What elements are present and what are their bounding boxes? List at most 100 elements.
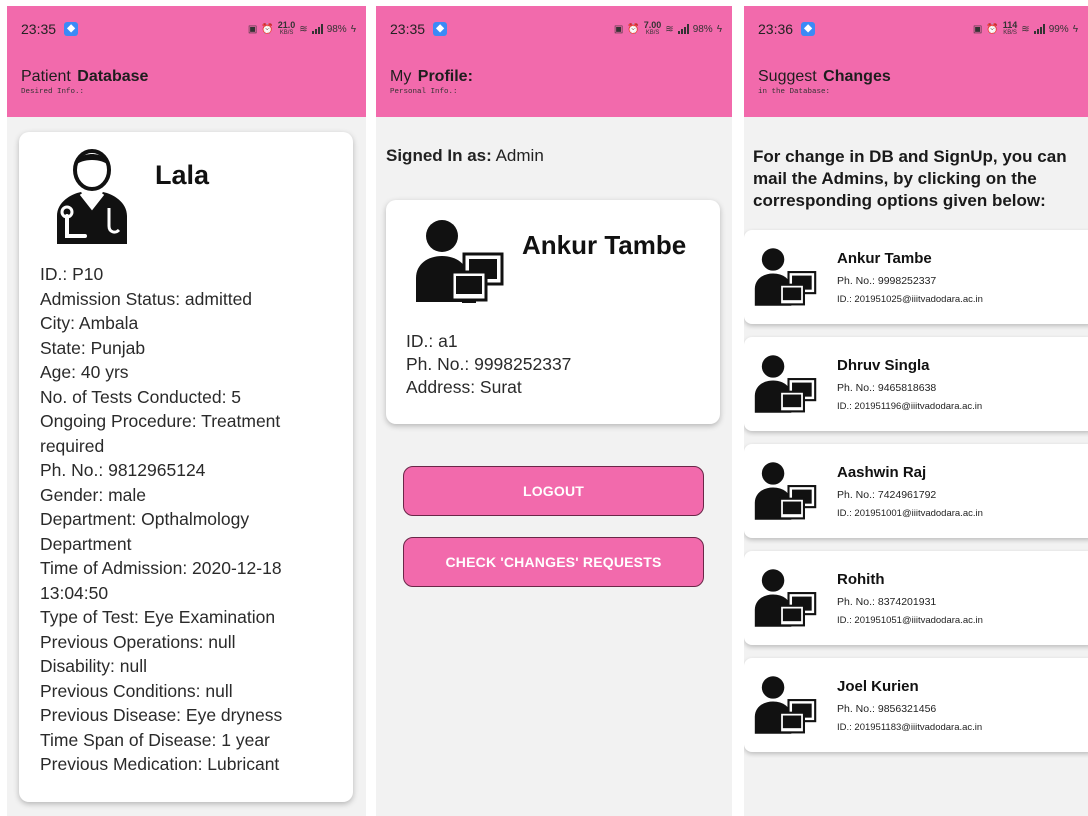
admin-phone: Ph. No.: 9998252337 (837, 275, 937, 287)
admin-email: ID.: 201951196@iiitvadodara.ac.in (837, 401, 983, 412)
admin-computer-icon (754, 355, 817, 413)
admission-status: Admission Status: admitted (40, 288, 253, 309)
charging-icon: ϟ (350, 23, 356, 35)
admin-card-aashwin-raj[interactable]: Aashwin Raj Ph. No.: 7424961792 ID.: 201… (744, 444, 1088, 538)
disability: Disability: null (40, 656, 147, 676)
admin-card-joel-kurien[interactable]: Joel Kurien Ph. No.: 9856321456 ID.: 201… (744, 658, 1088, 752)
status-bar: 23:35 ◆ ▣ ⏰ 7.00 KB/S ≋ 98% ϟ (390, 15, 722, 43)
profile-address: Address: Surat (406, 377, 522, 397)
status-indicators: ▣ ⏰ 114 KB/S ≋ 99% ϟ (973, 21, 1078, 37)
page-title: My Profile: (390, 68, 473, 85)
patient-phone: Ph. No.: 9812965124 (40, 460, 206, 480)
admin-phone: Ph. No.: 8374201931 (837, 596, 937, 608)
admin-email: ID.: 201951001@iiitvadodara.ac.in (837, 508, 983, 519)
suggest-changes-screen: 23:36 ◆ ▣ ⏰ 114 KB/S ≋ 99% ϟ Suggest Chan… (744, 6, 1088, 816)
notification-app-icon: ◆ (64, 22, 79, 36)
ongoing-procedure: Ongoing Procedure: Treatment required (40, 411, 281, 456)
patient-state: State: Punjab (40, 337, 146, 358)
alarm-icon: ⏰ (627, 23, 640, 35)
network-speed: 114 KB/S (1002, 20, 1018, 37)
admin-name: Ankur Tambe (837, 250, 932, 267)
previous-operations: Previous Operations: null (40, 631, 236, 652)
logout-button[interactable]: LOGOUT (403, 466, 704, 516)
doctor-avatar-icon (57, 149, 127, 244)
profile-phone: Ph. No.: 9998252337 (406, 354, 572, 374)
patient-department: Department: Opthalmology Department (40, 509, 250, 554)
status-bar: 23:36 ◆ ▣ ⏰ 114 KB/S ≋ 99% ϟ (758, 15, 1078, 43)
battery-level: 98% (692, 23, 713, 35)
admin-email: ID.: 201951051@iiitvadodara.ac.in (837, 615, 983, 626)
admin-name: Aashwin Raj (837, 464, 927, 481)
status-time: 23:35 (21, 21, 57, 37)
admin-name: Dhruv Singla (837, 357, 930, 374)
patient-database-screen: 23:35 ◆ ▣ ⏰ 21.0 KB/S ≋ 98% ϟ Patient Dat… (7, 6, 366, 816)
gallery-icon: ▣ (247, 23, 258, 35)
admin-computer-icon (754, 462, 817, 520)
admin-computer-icon (416, 220, 504, 303)
page-subtitle: Personal Info.: (390, 88, 458, 96)
page-subtitle: Desired Info.: (21, 88, 85, 96)
charging-icon: ϟ (1072, 23, 1078, 35)
app-bar: 23:36 ◆ ▣ ⏰ 114 KB/S ≋ 99% ϟ Suggest Chan… (744, 6, 1088, 117)
admin-card-rohith[interactable]: Rohith Ph. No.: 8374201931 ID.: 20195105… (744, 551, 1088, 645)
admin-phone: Ph. No.: 9856321456 (837, 703, 937, 715)
wifi-icon: ≋ (299, 23, 308, 35)
tests-conducted: No. of Tests Conducted: 5 (40, 386, 242, 407)
status-indicators: ▣ ⏰ 21.0 KB/S ≋ 98% ϟ (248, 21, 356, 37)
alarm-icon: ⏰ (261, 23, 274, 35)
signal-icon (311, 24, 323, 34)
patient-age: Age: 40 yrs (40, 362, 129, 382)
notification-app-icon: ◆ (801, 22, 816, 36)
network-speed: 7.00 KB/S (643, 20, 662, 37)
battery-level: 98% (326, 23, 347, 35)
patient-name: Lala (155, 160, 210, 190)
admin-computer-icon (754, 569, 817, 627)
check-changes-requests-button[interactable]: CHECK 'CHANGES' REQUESTS (403, 537, 704, 587)
notification-app-icon: ◆ (433, 22, 448, 36)
wifi-icon: ≋ (1021, 23, 1030, 35)
patient-gender: Gender: male (40, 484, 147, 505)
admin-name: Rohith (837, 571, 885, 588)
admin-computer-icon (754, 248, 817, 306)
app-bar: 23:35 ◆ ▣ ⏰ 21.0 KB/S ≋ 98% ϟ Patient Dat… (7, 6, 366, 117)
signed-in-role: Admin (495, 146, 544, 165)
wifi-icon: ≋ (665, 23, 674, 35)
patient-details: ID.: P10 Admission Status: admitted City… (40, 262, 345, 777)
page-title: Patient Database (21, 68, 149, 85)
admin-name: Joel Kurien (837, 678, 919, 695)
gallery-icon: ▣ (613, 23, 624, 35)
profile-card: Ankur Tambe ID.: a1 Ph. No.: 9998252337 … (386, 200, 720, 424)
admission-time: Time of Admission: 2020-12-18 13:04:50 (40, 558, 282, 603)
admin-card-dhruv-singla[interactable]: Dhruv Singla Ph. No.: 9465818638 ID.: 20… (744, 337, 1088, 431)
disease-time-span: Time Span of Disease: 1 year (40, 729, 270, 750)
admin-email: ID.: 201951025@iiitvadodara.ac.in (837, 294, 983, 305)
charging-icon: ϟ (716, 23, 722, 35)
network-speed: 21.0 KB/S (277, 20, 296, 37)
app-bar: 23:35 ◆ ▣ ⏰ 7.00 KB/S ≋ 98% ϟ My Profile:… (376, 6, 732, 117)
status-indicators: ▣ ⏰ 7.00 KB/S ≋ 98% ϟ (614, 21, 722, 37)
my-profile-screen: 23:35 ◆ ▣ ⏰ 7.00 KB/S ≋ 98% ϟ My Profile:… (376, 6, 732, 816)
page-title: Suggest Changes (758, 68, 891, 85)
page-subtitle: in the Database: (758, 88, 831, 96)
admin-card-ankur-tambe[interactable]: Ankur Tambe Ph. No.: 9998252337 ID.: 201… (744, 230, 1088, 324)
status-time: 23:36 (758, 21, 794, 37)
alarm-icon: ⏰ (986, 23, 999, 35)
status-bar: 23:35 ◆ ▣ ⏰ 21.0 KB/S ≋ 98% ϟ (21, 15, 356, 43)
test-type: Type of Test: Eye Examination (40, 607, 276, 627)
admin-phone: Ph. No.: 7424961792 (837, 489, 937, 501)
admin-computer-icon (754, 676, 817, 734)
profile-id: ID.: a1 (406, 331, 458, 351)
admin-phone: Ph. No.: 9465818638 (837, 382, 937, 394)
signed-in-status: Signed In as: Admin (386, 146, 544, 165)
mail-admins-note: For change in DB and SignUp, you can mai… (753, 147, 1067, 210)
admin-email: ID.: 201951183@iiitvadodara.ac.in (837, 722, 983, 733)
previous-conditions: Previous Conditions: null (40, 680, 233, 701)
patient-card[interactable]: Lala ID.: P10 Admission Status: admitted… (19, 132, 353, 802)
previous-medication: Previous Medication: Lubricant (40, 754, 280, 774)
previous-disease: Previous Disease: Eye dryness (40, 705, 283, 725)
profile-name: Ankur Tambe (522, 230, 687, 260)
status-time: 23:35 (390, 21, 426, 37)
gallery-icon: ▣ (972, 23, 983, 35)
signal-icon (1033, 24, 1045, 34)
profile-details: ID.: a1 Ph. No.: 9998252337 Address: Sur… (406, 330, 571, 399)
